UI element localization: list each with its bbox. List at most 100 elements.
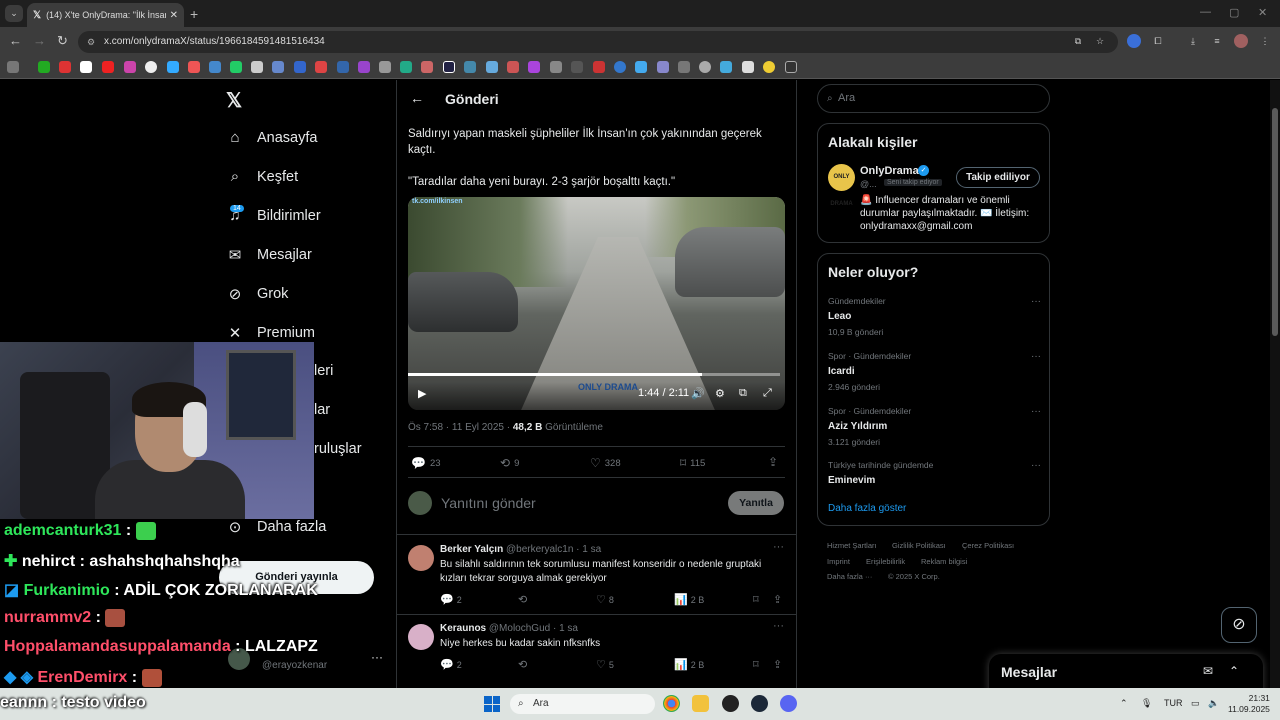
reload-button[interactable]: ↻ (57, 33, 68, 49)
bookmark-icon[interactable] (699, 61, 711, 73)
x-logo-icon[interactable]: 𝕏 (226, 88, 242, 113)
tab-close-icon[interactable]: ✕ (170, 10, 178, 21)
bookmark-icon[interactable] (507, 61, 519, 73)
nav-organizations[interactable]: ruluşlar (314, 441, 362, 457)
nav-grok[interactable]: ⊘ Grok (226, 285, 289, 303)
bookmark-icon[interactable] (337, 61, 349, 73)
bookmark-icon[interactable] (272, 61, 284, 73)
bookmark-star-icon[interactable]: ☆ (1093, 34, 1107, 48)
bookmark-action[interactable]: ⌑ (753, 593, 762, 606)
bookmark-icon[interactable] (59, 61, 71, 73)
bookmark-icon[interactable] (400, 61, 412, 73)
download-icon[interactable]: ⤓ (1186, 34, 1200, 48)
minimize-button[interactable]: — (1200, 6, 1211, 18)
extensions-puzzle-icon[interactable]: ⧠ (1151, 34, 1165, 48)
more-dots-icon[interactable]: ··· (1031, 460, 1041, 471)
more-dots-icon[interactable]: ··· (773, 620, 784, 632)
nav-bookmarks[interactable]: lar (314, 402, 330, 418)
repost-action[interactable]: ⟲ (518, 593, 530, 606)
bookmark-icon[interactable] (571, 61, 583, 73)
install-icon[interactable]: ⧉ (1071, 34, 1085, 48)
bookmark-icon[interactable] (593, 61, 605, 73)
back-button[interactable]: ← (9, 33, 22, 48)
steam-icon[interactable] (751, 695, 768, 712)
apps-grid-icon[interactable] (7, 61, 19, 73)
reply-button[interactable]: Yanıtla (728, 491, 784, 515)
footer-link[interactable]: Imprint (827, 557, 850, 566)
bookmark-icon[interactable] (124, 61, 136, 73)
bookmark-icon[interactable] (678, 61, 690, 73)
like-action[interactable]: ♡ 5 (596, 658, 614, 671)
bookmark-icon[interactable] (188, 61, 200, 73)
bookmark-icon[interactable] (443, 61, 455, 73)
more-dots-icon[interactable]: ··· (1031, 296, 1041, 307)
bookmark-icon[interactable] (230, 61, 242, 73)
new-tab-button[interactable]: + (190, 6, 198, 22)
nav-lists[interactable]: leri (314, 363, 333, 379)
user-name[interactable]: OnlyDrama (860, 165, 919, 177)
scrollbar-thumb[interactable] (1272, 108, 1278, 336)
grok-icon[interactable]: ⊘ (1221, 607, 1257, 643)
reply-action[interactable]: 💬 2 (440, 593, 462, 606)
bookmark-icon[interactable] (251, 61, 263, 73)
reply-action[interactable]: 💬 23 (411, 456, 441, 470)
discord-icon[interactable] (780, 695, 797, 712)
scrollbar[interactable] (1270, 80, 1280, 720)
trend-item[interactable]: Spor · Gündemdekiler Aziz Yıldırım 3.121 g… (828, 406, 1041, 447)
bookmark-icon[interactable] (550, 61, 562, 73)
bookmark-icon[interactable] (720, 61, 732, 73)
site-info-icon[interactable]: ⚙ (87, 31, 95, 53)
bookmark-icon[interactable] (38, 61, 50, 73)
bookmark-action[interactable]: ⌑ 115 (680, 456, 705, 470)
bookmark-icon[interactable] (464, 61, 476, 73)
bookmark-icon[interactable] (209, 61, 221, 73)
share-action[interactable]: ⇪ (768, 455, 782, 469)
bookmark-icon[interactable] (486, 61, 498, 73)
repost-action[interactable]: ⟲ 9 (500, 456, 519, 470)
trend-item[interactable]: Türkiye tarihinde gündemde Eminevim ··· (828, 460, 1041, 486)
nav-premium[interactable]: ✕ Premium (226, 324, 315, 342)
chrome-icon[interactable] (663, 695, 680, 712)
video-progress-bar[interactable] (408, 373, 780, 376)
footer-link[interactable]: Hizmet Şartları (827, 541, 877, 550)
bookmark-icon[interactable] (635, 61, 647, 73)
volume-icon[interactable]: 🔊 (691, 387, 705, 400)
bookmark-icon[interactable] (294, 61, 306, 73)
bookmark-icon[interactable] (80, 61, 92, 73)
like-action[interactable]: ♡ 328 (590, 456, 621, 470)
like-action[interactable]: ♡ 8 (596, 593, 614, 606)
bookmark-icon[interactable] (614, 61, 626, 73)
windows-start-icon[interactable] (484, 696, 500, 712)
bookmark-icon[interactable] (763, 61, 775, 73)
nav-more[interactable]: ⊙ Daha fazla (226, 518, 327, 536)
expand-icon[interactable]: ⌃ (1229, 664, 1239, 678)
volume-icon[interactable]: 🔈 (1208, 698, 1219, 709)
language-indicator[interactable]: TUR (1164, 698, 1183, 708)
taskbar-search[interactable]: ⌕ Ara (510, 694, 655, 714)
trend-item[interactable]: Spor · Gündemdekiler Icardi 2.946 gönderi ·… (828, 351, 1041, 392)
address-bar[interactable]: ⚙ x.com/onlydramaX/status/19661845914815… (78, 31, 1118, 53)
profile-avatar[interactable] (1234, 34, 1248, 48)
reading-list-icon[interactable]: ≡ (1210, 34, 1224, 48)
share-action[interactable]: ⇪ (773, 593, 785, 606)
trend-item[interactable]: Gündemdekiler Leao 10,9 B gönderi ··· (828, 296, 1041, 337)
bookmark-icon[interactable] (358, 61, 370, 73)
footer-link[interactable]: Gizlilik Politikası (892, 541, 946, 550)
bookmark-icon[interactable] (379, 61, 391, 73)
bookmark-icon[interactable] (528, 61, 540, 73)
reply-item[interactable]: Berker Yalçın @berkeryalc1n · 1 sa ··· B… (397, 535, 796, 615)
footer-link[interactable]: Daha fazla ··· (827, 572, 872, 581)
bookmark-icon[interactable] (315, 61, 327, 73)
microphone-icon[interactable]: 🎙 (1141, 698, 1152, 709)
nav-home[interactable]: ⌂ Anasayfa (226, 129, 317, 146)
extension-icon[interactable] (1127, 34, 1141, 48)
following-button[interactable]: Takip ediliyor (956, 167, 1040, 188)
share-action[interactable]: ⇪ (773, 658, 785, 671)
show-more-link[interactable]: Daha fazla göster (828, 503, 906, 514)
views-action[interactable]: 📊 2 B (674, 658, 704, 671)
tab-search-button[interactable]: ⌄ (5, 5, 23, 22)
more-dots-icon[interactable]: ··· (1031, 406, 1041, 417)
video-player[interactable]: tk.com/ilkinsen ONLY DRAMA ▶ 1:44 / 2:11… (408, 197, 785, 410)
reply-action[interactable]: 💬 2 (440, 658, 462, 671)
tray-chevron-icon[interactable]: ⌃ (1120, 698, 1128, 709)
